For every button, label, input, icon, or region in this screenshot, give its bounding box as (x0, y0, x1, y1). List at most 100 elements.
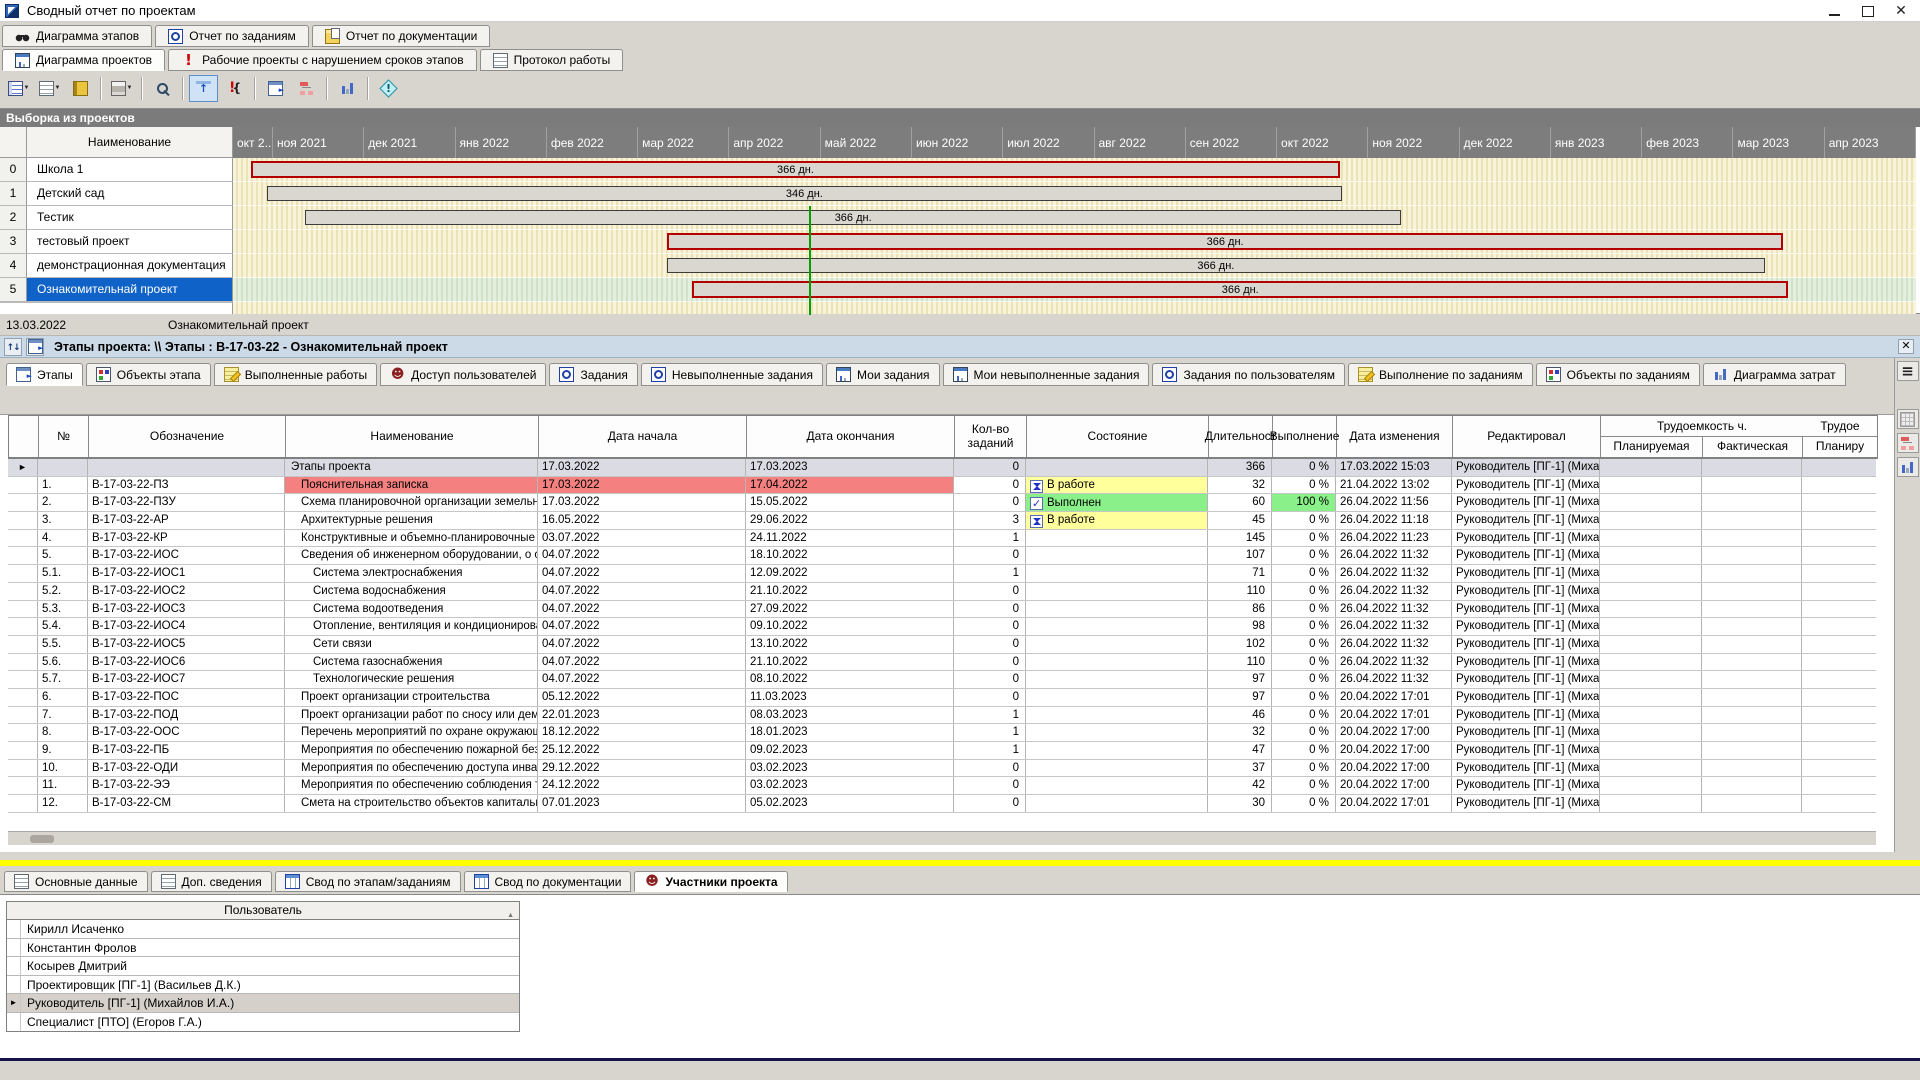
minimize-button[interactable] (1820, 2, 1850, 20)
tab-objects-by-tasks[interactable]: Объекты по заданиям (1536, 363, 1700, 386)
tree-chart-button[interactable] (292, 75, 321, 102)
tab-my-tasks[interactable]: Мои задания (826, 363, 940, 386)
end-column-header: Дата окончания (747, 416, 955, 457)
tab-costs-diagram[interactable]: Диаграмма затрат (1703, 363, 1846, 386)
user-row[interactable]: Константин Фролов (7, 939, 519, 958)
tab-main-data[interactable]: Основные данные (4, 871, 148, 892)
project-name-cell[interactable]: Школа 1 (27, 158, 233, 182)
gantt-bar[interactable]: 366 дн. (305, 210, 1401, 225)
structure-toggle-button[interactable] (189, 75, 218, 102)
gantt-bar[interactable]: 366 дн. (667, 233, 1783, 250)
stage-row[interactable]: 5.4.В-17-03-22-ИОС4Отопление, вентиляция… (8, 618, 1876, 636)
tab-tasks[interactable]: Задания (549, 363, 637, 386)
gantt-bar[interactable]: 366 дн. (251, 161, 1340, 178)
tab-docs-report[interactable]: Отчет по документации (312, 25, 490, 47)
project-name-cell[interactable]: Тестик (27, 206, 233, 230)
tab-projects-diagram[interactable]: Диаграмма проектов (2, 49, 165, 71)
help-book-button[interactable] (66, 75, 95, 102)
stage-row[interactable]: 5.6.В-17-03-22-ИОС6Система газоснабжения… (8, 654, 1876, 672)
user-row[interactable]: Косырев Дмитрий (7, 957, 519, 976)
rail-chart-button[interactable] (1897, 457, 1919, 477)
stage-row[interactable]: 5.В-17-03-22-ИОССведения об инженерном о… (8, 547, 1876, 565)
project-name-cell[interactable]: Ознакомительнай проект (27, 278, 233, 302)
users-column-header[interactable]: Пользователь ▲ (7, 902, 519, 920)
stage-row[interactable]: 9.В-17-03-22-ПБМероприятия по обеспечени… (8, 742, 1876, 760)
document-button[interactable]: ▼ (35, 75, 64, 102)
maximize-button[interactable] (1852, 2, 1882, 20)
stage-row[interactable]: ►Этапы проекта17.03.202217.03.202303660 … (8, 459, 1876, 477)
gantt-row[interactable]: 1Детский сад346 дн. (0, 182, 1920, 206)
tab-stage-objects[interactable]: Объекты этапа (86, 363, 211, 386)
gantt-bar[interactable]: 366 дн. (667, 258, 1764, 273)
cell-name: Система водоотведения (285, 601, 538, 618)
row-marker-cell (8, 777, 38, 794)
tab-work-log[interactable]: Протокол работы (480, 49, 624, 71)
project-name-cell[interactable]: тестовый проект (27, 230, 233, 254)
tab-unfinished-tasks[interactable]: Невыполненные задания (641, 363, 823, 386)
stage-row[interactable]: 5.3.В-17-03-22-ИОС3Система водоотведения… (8, 601, 1876, 619)
stage-row[interactable]: 7.В-17-03-22-ПОДПроект организации работ… (8, 707, 1876, 725)
stage-row[interactable]: 8.В-17-03-22-ООСПеречень мероприятий по … (8, 724, 1876, 742)
user-row[interactable]: ►Руководитель [ПГ-1] (Михайлов И.А.) (7, 994, 519, 1013)
horizontal-scrollbar[interactable] (8, 831, 1876, 845)
tab-stages[interactable]: Этапы (6, 363, 83, 386)
stage-row[interactable]: 3.В-17-03-22-АРАрхитектурные решения16.0… (8, 512, 1876, 530)
view-options-button[interactable]: ▼ (4, 75, 33, 102)
sort-order-button[interactable] (4, 338, 22, 356)
gantt-row[interactable]: 0Школа 1366 дн. (0, 158, 1920, 182)
gantt-timeline-cell: 366 дн. (233, 230, 1916, 254)
user-name: Кирилл Исаченко (21, 920, 124, 938)
user-row[interactable]: Проектировщик [ПГ-1] (Васильев Д.К.) (7, 976, 519, 995)
tab-stages-diagram[interactable]: Диаграмма этапов (2, 25, 152, 47)
violations-filter-button[interactable] (220, 75, 249, 102)
tab-summary-stages[interactable]: Свод по этапам/заданиям (275, 871, 461, 892)
cell-labor-plan2 (1802, 760, 1876, 777)
gantt-row[interactable]: 2Тестик366 дн. (0, 206, 1920, 230)
gantt-row[interactable]: 5Ознакомительнай проект366 дн. (0, 278, 1920, 302)
gantt-row[interactable]: 3тестовый проект366 дн. (0, 230, 1920, 254)
stage-card-button[interactable] (26, 338, 44, 356)
gantt-row[interactable]: 4демонстрационная документация366 дн. (0, 254, 1920, 278)
cell-duration: 98 (1208, 618, 1272, 635)
export-report-button[interactable] (261, 75, 290, 102)
tab-my-unfinished-tasks[interactable]: Мои невыполненные задания (943, 363, 1150, 386)
project-name-cell[interactable]: демонстрационная документация (27, 254, 233, 278)
user-row[interactable]: Специалист [ПТО] (Егоров Г.А.) (7, 1013, 519, 1032)
gantt-bar[interactable]: 366 дн. (692, 281, 1788, 298)
stage-row[interactable]: 5.2.В-17-03-22-ИОС2Система водоснабжения… (8, 583, 1876, 601)
rail-menu-button[interactable] (1897, 361, 1919, 381)
stage-row[interactable]: 6.В-17-03-22-ПОСПроект организации строи… (8, 689, 1876, 707)
stage-row[interactable]: 1.В-17-03-22-ПЗПояснительная записка17.0… (8, 477, 1876, 495)
tab-summary-docs[interactable]: Свод по документации (464, 871, 632, 892)
tab-tasks-by-users[interactable]: Задания по пользователям (1152, 363, 1345, 386)
user-row[interactable]: Кирилл Исаченко (7, 920, 519, 939)
stage-row[interactable]: 5.7.В-17-03-22-ИОС7Технологические решен… (8, 671, 1876, 689)
tab-additional-info[interactable]: Доп. сведения (151, 871, 272, 892)
stage-row[interactable]: 11.В-17-03-22-ЭЭМероприятия по обеспечен… (8, 777, 1876, 795)
stage-row[interactable]: 4.В-17-03-22-КРКонструктивные и объемно-… (8, 530, 1876, 548)
tab-completed-works[interactable]: Выполненные работы (214, 363, 377, 386)
gantt-bar[interactable]: 346 дн. (267, 186, 1342, 201)
cell-name: Система электроснабжения (285, 565, 538, 582)
tab-tasks-report[interactable]: Отчет по заданиям (155, 25, 309, 47)
warning-diamond-button[interactable] (374, 75, 403, 102)
project-name-cell[interactable]: Детский сад (27, 182, 233, 206)
cell-code: В-17-03-22-ПОД (88, 707, 285, 724)
stage-row[interactable]: 5.1.В-17-03-22-ИОС1Система электроснабже… (8, 565, 1876, 583)
rail-options-button[interactable] (1897, 409, 1919, 429)
stage-panel-close-button[interactable]: ✕ (1898, 339, 1914, 354)
tab-progress-by-tasks[interactable]: Выполнение по заданиям (1348, 363, 1533, 386)
bar-chart-button[interactable] (333, 75, 362, 102)
stage-row[interactable]: 12.В-17-03-22-СМСмета на строительство о… (8, 795, 1876, 813)
tab-overdue-projects[interactable]: Рабочие проекты с нарушением сроков этап… (168, 49, 477, 71)
tab-project-members[interactable]: Участники проекта (634, 871, 787, 892)
stage-row[interactable]: 10.В-17-03-22-ОДИМероприятия по обеспече… (8, 760, 1876, 778)
stage-row[interactable]: 2.В-17-03-22-ПЗУСхема планировочной орга… (8, 494, 1876, 512)
stage-row[interactable]: 5.5.В-17-03-22-ИОС5Сети связи04.07.20221… (8, 636, 1876, 654)
scrollbar-thumb[interactable] (30, 835, 54, 843)
close-button[interactable]: ✕ (1886, 2, 1916, 20)
tab-user-access[interactable]: Доступ пользователей (380, 363, 546, 386)
search-db-button[interactable] (148, 75, 177, 102)
rail-tree-button[interactable] (1897, 433, 1919, 453)
print-button[interactable]: ▼ (107, 75, 136, 102)
